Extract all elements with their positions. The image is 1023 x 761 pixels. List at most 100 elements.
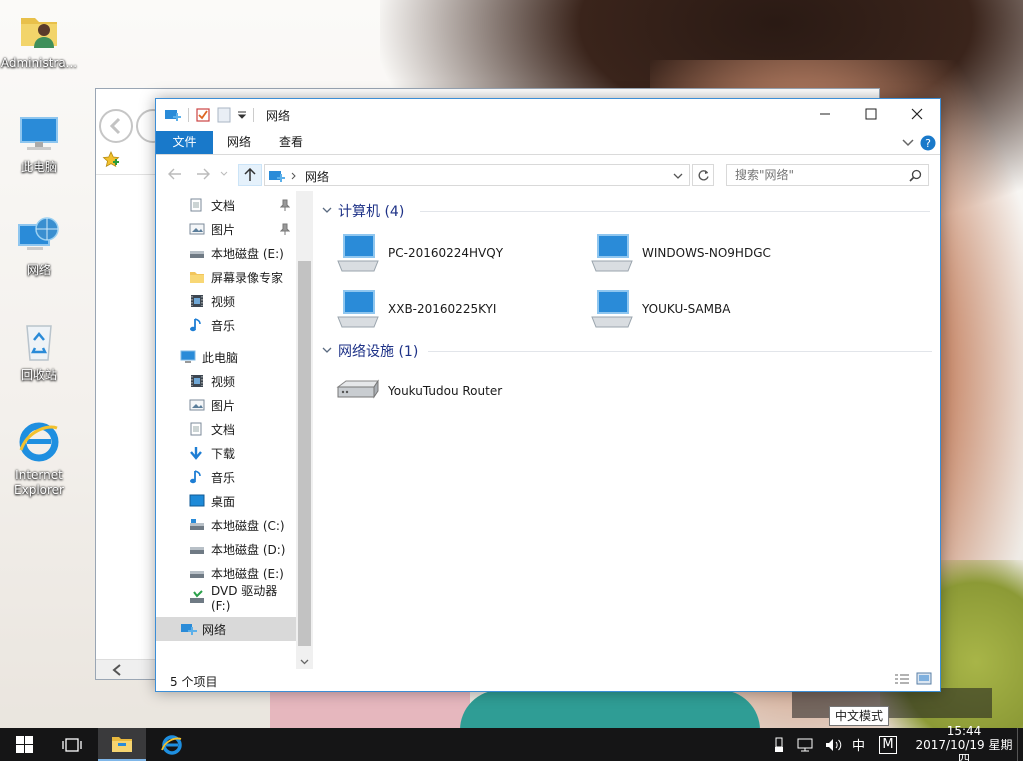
start-button[interactable] <box>0 728 48 761</box>
nav-pc-videos[interactable]: 视频 <box>156 369 296 393</box>
computer-item-pc-20160224hvqy[interactable]: PC-20160224HVQY <box>334 231 503 275</box>
computer-icon <box>17 112 61 156</box>
nav-documents[interactable]: 文档 <box>156 193 296 217</box>
nav-videos[interactable]: 视频 <box>156 289 296 313</box>
nav-pc-downloads[interactable]: 下载 <box>156 441 296 465</box>
bg-back-button[interactable] <box>99 109 133 143</box>
router-icon <box>336 379 379 399</box>
maximize-button[interactable] <box>848 99 894 129</box>
desktop-icon-user-folder[interactable]: Administra... <box>0 8 78 71</box>
nav-local-disk-e[interactable]: 本地磁盘 (E:) <box>156 241 296 265</box>
new-folder-icon[interactable] <box>217 107 231 123</box>
search-input[interactable] <box>735 165 905 185</box>
group-header-computers[interactable]: 计算机 (4) <box>322 201 404 221</box>
task-view-button[interactable] <box>48 728 96 761</box>
explorer-window[interactable]: 网络 文件 网络 查看 ? 网络 搜索"网络" 文档 图片 本地磁盘 (E:) … <box>155 98 941 692</box>
scroll-down-icon[interactable] <box>300 659 309 665</box>
nav-music[interactable]: 音乐 <box>156 313 296 337</box>
help-icon[interactable]: ? <box>920 135 936 151</box>
nav-pictures[interactable]: 图片 <box>156 217 296 241</box>
tab-view[interactable]: 查看 <box>268 131 314 154</box>
nav-this-pc[interactable]: 此电脑 <box>156 345 296 369</box>
device-item-youkutudou-router[interactable]: YoukuTudou Router <box>334 377 502 405</box>
drive-icon <box>189 246 205 260</box>
item-count: 5 个项目 <box>170 675 218 689</box>
recent-dropdown-icon[interactable] <box>220 171 228 177</box>
nav-pc-pictures[interactable]: 图片 <box>156 393 296 417</box>
taskbar-file-explorer[interactable] <box>98 728 146 761</box>
nav-pc-documents[interactable]: 文档 <box>156 417 296 441</box>
nav-screen-recorder[interactable]: 屏幕录像专家 <box>156 265 296 289</box>
details-view-icon[interactable] <box>894 673 910 687</box>
breadcrumb-network[interactable]: 网络 <box>305 168 329 185</box>
ime-language-indicator[interactable]: 中 <box>852 735 865 754</box>
collapse-chevron-icon[interactable] <box>322 347 332 355</box>
group-divider <box>420 211 930 212</box>
nav-pc-desktop[interactable]: 桌面 <box>156 489 296 513</box>
qat-separator <box>188 108 189 122</box>
nav-local-disk-c[interactable]: 本地磁盘 (C:) <box>156 513 296 537</box>
computer-item-youku-samba[interactable]: YOUKU-SAMBA <box>588 287 730 331</box>
drive-icon <box>189 542 205 556</box>
nav-local-disk-d[interactable]: 本地磁盘 (D:) <box>156 537 296 561</box>
title-bar[interactable]: 网络 <box>156 99 940 131</box>
desktop-icon-ie[interactable]: Internet Explorer <box>0 420 78 498</box>
user-folder-icon <box>17 8 61 52</box>
favorites-star-icon[interactable] <box>102 151 120 169</box>
computer-item-windows-no9hdgc[interactable]: WINDOWS-NO9HDGC <box>588 231 771 275</box>
up-button[interactable] <box>238 164 262 186</box>
breadcrumb-chevron-icon[interactable] <box>291 172 297 180</box>
nav-vertical-scrollbar[interactable] <box>296 191 313 669</box>
ribbon-expand-chevron-icon[interactable] <box>902 138 914 148</box>
network-window-icon[interactable] <box>164 107 182 123</box>
pin-icon[interactable] <box>280 223 290 235</box>
search-box[interactable] <box>726 164 929 186</box>
tab-network[interactable]: 网络 <box>216 131 262 154</box>
properties-icon[interactable] <box>195 107 211 123</box>
nav-scroll-thumb[interactable] <box>298 261 311 646</box>
volume-icon[interactable] <box>824 737 842 753</box>
monitor-icon <box>337 290 379 328</box>
customize-qat-icon[interactable] <box>237 110 247 120</box>
forward-arrow-icon[interactable] <box>196 168 210 180</box>
desktop-icon-this-pc[interactable]: 此电脑 <box>0 112 78 175</box>
address-dropdown-icon[interactable] <box>673 172 683 180</box>
large-icons-view-icon[interactable] <box>916 672 932 686</box>
pin-icon[interactable] <box>280 199 290 211</box>
collapse-chevron-icon[interactable] <box>322 207 332 215</box>
tab-file[interactable]: 文件 <box>156 131 213 154</box>
refresh-button[interactable] <box>692 164 714 186</box>
monitor-icon <box>591 290 633 328</box>
ime-mode-indicator[interactable]: M <box>879 735 897 754</box>
pictures-icon <box>189 222 205 236</box>
desktop-icon-recycle-bin[interactable]: 回收站 <box>0 320 78 383</box>
nav-dvd-drive[interactable]: DVD 驱动器 (F:) <box>156 584 296 613</box>
address-row: 网络 <box>156 155 940 191</box>
download-arrow-icon <box>189 446 205 460</box>
computer-item-xxb-20160225kyi[interactable]: XXB-20160225KYI <box>334 287 496 331</box>
minimize-button[interactable] <box>802 99 848 129</box>
usb-device-icon[interactable] <box>774 737 784 753</box>
address-bar[interactable]: 网络 <box>264 164 690 186</box>
close-button[interactable] <box>894 99 940 129</box>
desktop-icon-network[interactable]: 网络 <box>0 215 78 278</box>
clock[interactable]: 15:44 2017/10/19 星期四 <box>911 724 1017 761</box>
dvd-drive-icon <box>189 590 205 604</box>
network-status-icon[interactable] <box>796 737 814 753</box>
quick-access-toolbar <box>164 107 254 123</box>
file-explorer-icon <box>112 736 132 752</box>
search-icon[interactable] <box>909 169 922 182</box>
network-globe-icon <box>17 215 61 259</box>
group-divider <box>428 351 932 352</box>
taskbar-internet-explorer[interactable] <box>148 728 196 761</box>
show-desktop-button[interactable] <box>1017 728 1023 761</box>
scroll-left-icon[interactable] <box>112 664 122 676</box>
wallpaper-pink <box>270 690 470 730</box>
task-view-icon <box>62 737 82 752</box>
back-arrow-icon[interactable] <box>168 168 182 180</box>
nav-network[interactable]: 网络 <box>156 617 296 641</box>
internet-explorer-icon <box>17 420 61 464</box>
pictures-icon <box>189 398 205 412</box>
nav-pc-music[interactable]: 音乐 <box>156 465 296 489</box>
group-header-network-devices[interactable]: 网络设施 (1) <box>322 341 418 361</box>
